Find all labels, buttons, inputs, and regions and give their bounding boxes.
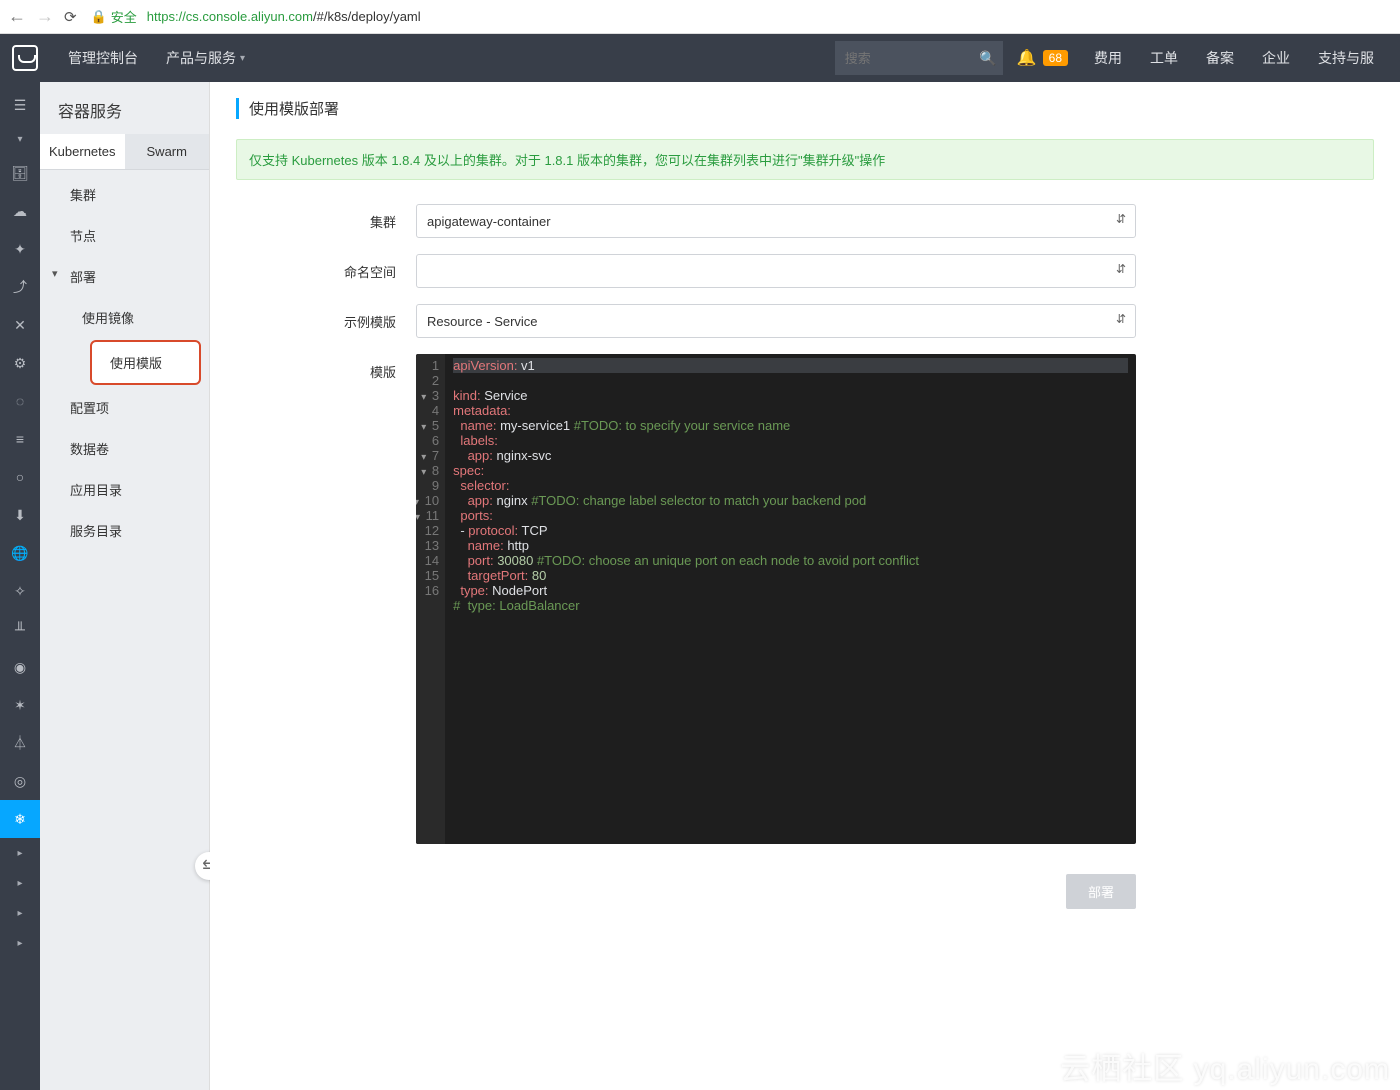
rail-tree-icon[interactable]: ╨ bbox=[0, 610, 40, 648]
rail-ring-icon[interactable]: ○ bbox=[0, 458, 40, 496]
rail-star-icon[interactable]: ✶ bbox=[0, 686, 40, 724]
label-sample: 示例模版 bbox=[236, 304, 416, 331]
sidebar-item-deploy[interactable]: 部署 bbox=[40, 256, 209, 297]
tab-swarm[interactable]: Swarm bbox=[125, 134, 210, 169]
sidebar-title: 容器服务 bbox=[40, 82, 209, 134]
label-template: 模版 bbox=[236, 354, 416, 381]
nav-support[interactable]: 支持与服 bbox=[1304, 34, 1388, 82]
yaml-editor[interactable]: 1 2▾ 3 4▾ 5 6▾ 7▾ 8 9▾ 10▾ 11 12 13 14 1… bbox=[416, 354, 1136, 844]
notifications[interactable]: 🔔 68 bbox=[1017, 48, 1068, 68]
rail-k8s-icon[interactable]: ❄ bbox=[0, 800, 40, 838]
back-icon[interactable]: ← bbox=[8, 6, 26, 27]
topbar: 管理控制台 产品与服务▾ 🔍 🔔 68 费用 工单 备案 企业 支持与服 bbox=[0, 34, 1400, 82]
rail-upload-icon[interactable]: ⤴ bbox=[0, 268, 40, 306]
rail-caret-1[interactable]: ▸ bbox=[0, 838, 40, 868]
rail-graph-icon[interactable]: ✦ bbox=[0, 230, 40, 268]
nav-ticket[interactable]: 工单 bbox=[1136, 34, 1192, 82]
sidebar-item-cluster[interactable]: 集群 bbox=[40, 174, 209, 215]
bell-icon: 🔔 bbox=[1017, 48, 1037, 68]
nav-record[interactable]: 备案 bbox=[1192, 34, 1248, 82]
notif-badge: 68 bbox=[1043, 50, 1068, 66]
sidebar-item-volume[interactable]: 数据卷 bbox=[40, 428, 209, 469]
main-content: 使用模版部署 仅支持 Kubernetes 版本 1.8.4 及以上的集群。对于… bbox=[210, 82, 1400, 1090]
rail-menu-icon[interactable]: ☰ bbox=[0, 86, 40, 124]
sidebar-tabs: Kubernetes Swarm bbox=[40, 134, 209, 170]
rail-down-icon[interactable]: ⬇ bbox=[0, 496, 40, 534]
search-button[interactable]: 🔍 bbox=[973, 41, 1003, 75]
rail-globe-icon[interactable]: 🌐 bbox=[0, 534, 40, 572]
sidebar-item-svc-catalog[interactable]: 服务目录 bbox=[40, 510, 209, 551]
label-namespace: 命名空间 bbox=[236, 254, 416, 281]
nav-products[interactable]: 产品与服务▾ bbox=[152, 34, 259, 82]
logo-icon[interactable] bbox=[12, 45, 38, 71]
sidebar-item-config[interactable]: 配置项 bbox=[40, 387, 209, 428]
url-bar[interactable]: https://cs.console.aliyun.com/#/k8s/depl… bbox=[147, 9, 421, 24]
sidebar-item-use-template[interactable]: 使用模版 bbox=[90, 340, 201, 385]
search-icon: 🔍 bbox=[979, 50, 996, 67]
forward-icon[interactable]: → bbox=[36, 6, 54, 27]
secure-indicator: 🔒 安全 bbox=[91, 7, 137, 26]
sample-template-select[interactable]: Resource - Service bbox=[416, 304, 1136, 338]
sidebar-item-use-image[interactable]: 使用镜像 bbox=[82, 297, 209, 338]
browser-chrome: ← → ⟳ 🔒 安全 https://cs.console.aliyun.com… bbox=[0, 0, 1400, 34]
cluster-select[interactable]: apigateway-container bbox=[416, 204, 1136, 238]
search-input[interactable] bbox=[835, 41, 973, 75]
lock-icon: 🔒 bbox=[91, 9, 107, 25]
reload-icon[interactable]: ⟳ bbox=[64, 8, 77, 26]
label-cluster: 集群 bbox=[236, 204, 416, 231]
nav-enterprise[interactable]: 企业 bbox=[1248, 34, 1304, 82]
rail-eye-icon[interactable]: ◉ bbox=[0, 648, 40, 686]
namespace-select[interactable] bbox=[416, 254, 1136, 288]
rail-gear-icon[interactable]: ⚙ bbox=[0, 344, 40, 382]
notice-banner: 仅支持 Kubernetes 版本 1.8.4 及以上的集群。对于 1.8.1 … bbox=[236, 139, 1374, 180]
rail-compass-icon[interactable]: ✧ bbox=[0, 572, 40, 610]
sidebar-item-node[interactable]: 节点 bbox=[40, 215, 209, 256]
rail-expand-icon[interactable]: ▾ bbox=[0, 124, 40, 154]
rail-cross-icon[interactable]: ✕ bbox=[0, 306, 40, 344]
rail-caret-3[interactable]: ▸ bbox=[0, 898, 40, 928]
sidebar: 容器服务 Kubernetes Swarm 集群 节点 部署 使用镜像 使用模版… bbox=[40, 82, 210, 1090]
chevron-down-icon: ▾ bbox=[240, 53, 245, 64]
deploy-button[interactable]: 部署 bbox=[1066, 874, 1136, 909]
nav-console[interactable]: 管理控制台 bbox=[54, 34, 152, 82]
nav-fee[interactable]: 费用 bbox=[1080, 34, 1136, 82]
rail-db-icon[interactable]: 🗄 bbox=[0, 154, 40, 192]
rail-outline-icon[interactable]: ◌ bbox=[0, 382, 40, 420]
sidebar-item-app-catalog[interactable]: 应用目录 bbox=[40, 469, 209, 510]
rail-stack-icon[interactable]: ≡ bbox=[0, 420, 40, 458]
rail-circle-icon[interactable]: ◎ bbox=[0, 762, 40, 800]
page-title: 使用模版部署 bbox=[236, 98, 1374, 119]
icon-rail: ☰ ▾ 🗄 ☁ ✦ ⤴ ✕ ⚙ ◌ ≡ ○ ⬇ 🌐 ✧ ╨ ◉ ✶ ⏃ ◎ ❄ … bbox=[0, 82, 40, 1090]
rail-caret-4[interactable]: ▸ bbox=[0, 928, 40, 958]
rail-antenna-icon[interactable]: ⏃ bbox=[0, 724, 40, 762]
tab-kubernetes[interactable]: Kubernetes bbox=[40, 134, 125, 169]
rail-cloud-icon[interactable]: ☁ bbox=[0, 192, 40, 230]
rail-caret-2[interactable]: ▸ bbox=[0, 868, 40, 898]
